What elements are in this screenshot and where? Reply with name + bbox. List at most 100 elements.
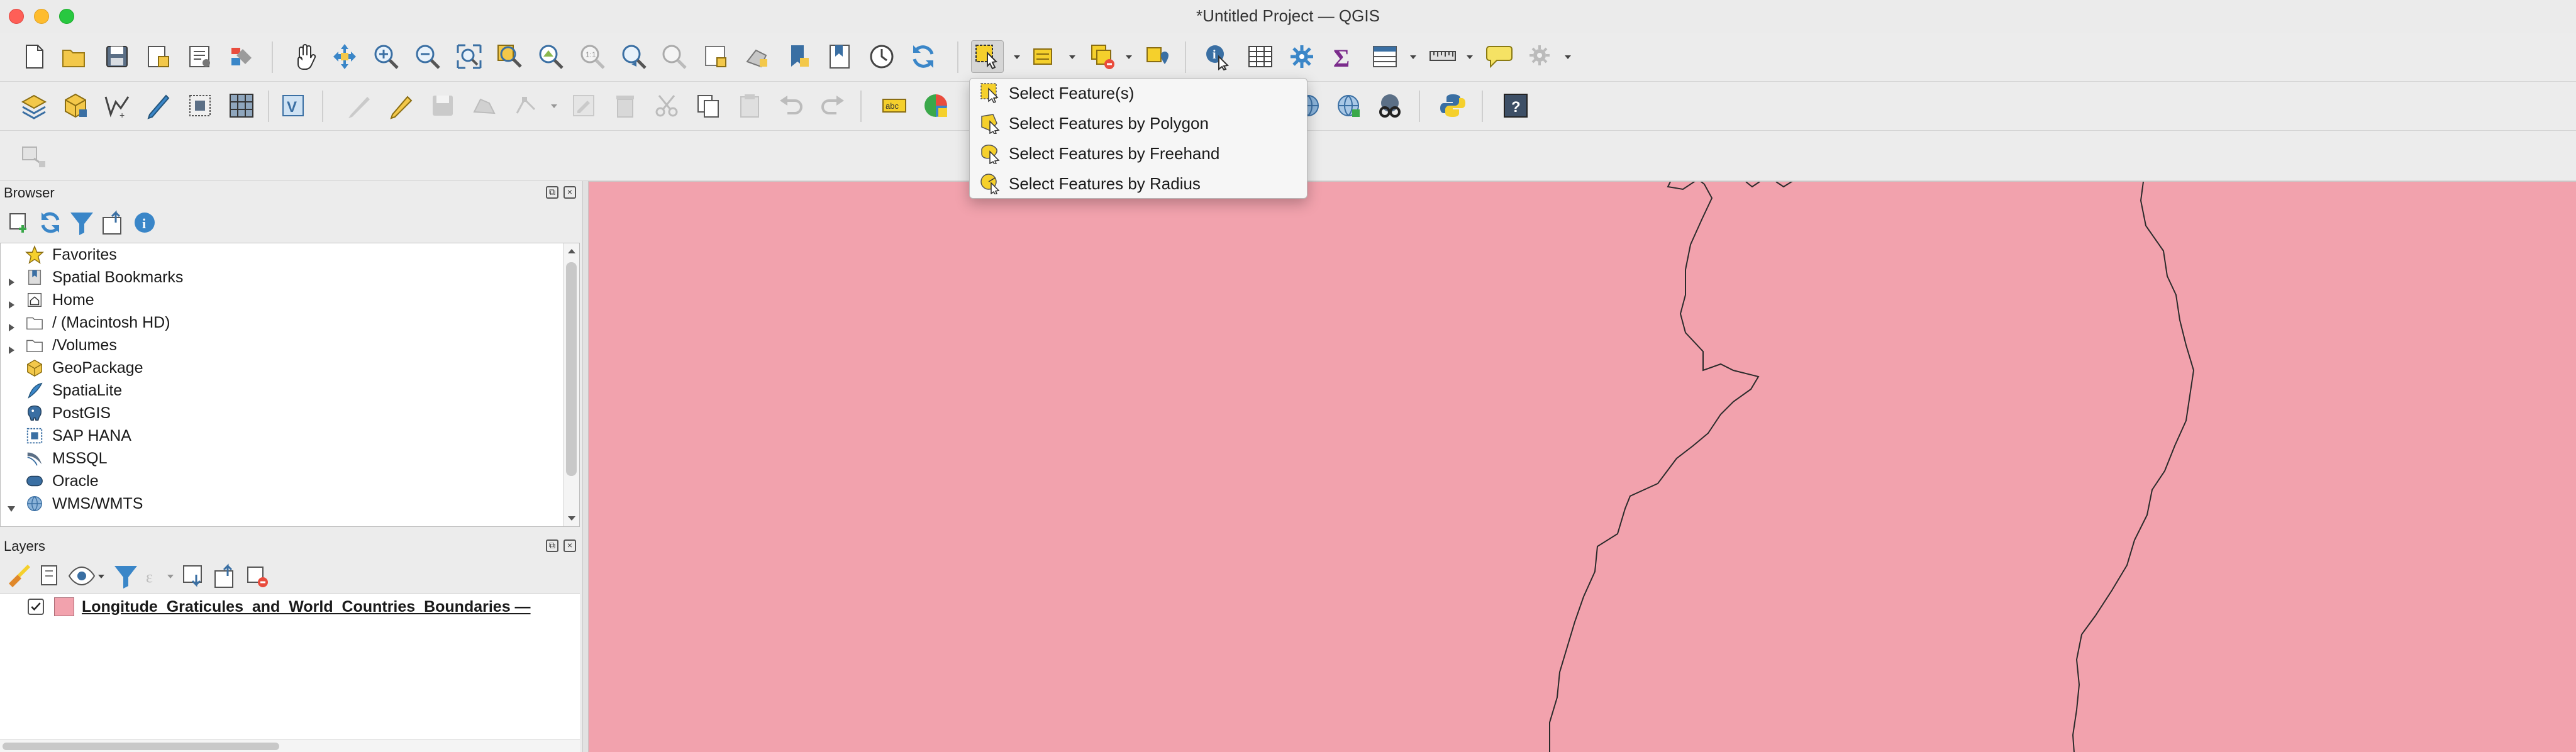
collapse-arrow-icon[interactable]	[7, 499, 16, 512]
expand-arrow-icon[interactable]	[7, 341, 16, 354]
collapse-all-icon[interactable]	[97, 206, 130, 239]
zoom-out-icon[interactable]	[411, 40, 444, 73]
browser-scroll-thumb[interactable]	[566, 262, 577, 476]
browser-scrollbar[interactable]	[563, 243, 579, 526]
snapping-icon[interactable]	[18, 140, 50, 172]
browser-item-macintosh-hd[interactable]: / (Macintosh HD)	[1, 311, 560, 334]
select-features-icon[interactable]	[971, 40, 1004, 73]
digitize-with-segment-icon[interactable]: V	[277, 89, 309, 122]
layers-close-button[interactable]: ×	[564, 539, 576, 552]
pan-icon[interactable]	[288, 40, 321, 73]
copy-features-icon[interactable]	[692, 89, 724, 122]
visibility-dropdown-icon[interactable]	[97, 572, 106, 581]
show-bookmarks-icon[interactable]	[824, 40, 857, 73]
open-project-icon[interactable]	[58, 40, 91, 73]
browser-item-favorites[interactable]: Favorites	[1, 243, 560, 266]
properties-info-icon[interactable]: i	[128, 206, 161, 239]
browser-refresh-icon[interactable]	[34, 206, 67, 239]
vertex-tool-dropdown-icon[interactable]	[550, 102, 558, 111]
dock-splitter[interactable]	[582, 181, 589, 752]
browser-close-button[interactable]: ×	[564, 186, 576, 199]
browser-item-oracle[interactable]: Oracle	[1, 470, 560, 492]
browser-float-button[interactable]: ⧉	[546, 186, 558, 199]
metasearch-icon[interactable]	[1374, 89, 1406, 122]
new-shapefile-layer-icon[interactable]: +	[101, 89, 133, 122]
new-geopackage-layer-icon[interactable]	[59, 89, 92, 122]
new-bookmark-icon[interactable]	[782, 40, 815, 73]
new-3d-view-icon[interactable]	[741, 40, 774, 73]
filter-browser-icon[interactable]	[65, 206, 98, 239]
undo-icon[interactable]	[775, 89, 808, 122]
attribute-table-dropdown-icon[interactable]	[1409, 53, 1418, 62]
modify-attributes-icon[interactable]	[567, 89, 600, 122]
layer-styling-icon[interactable]	[3, 560, 35, 592]
new-virtual-layer-icon[interactable]	[225, 89, 258, 122]
zoom-in-icon[interactable]	[370, 40, 402, 73]
cut-features-icon[interactable]	[650, 89, 683, 122]
manage-visibility-icon[interactable]	[65, 560, 98, 592]
map-tips-icon[interactable]	[1483, 40, 1516, 73]
actions-icon[interactable]	[1524, 40, 1557, 73]
layer-row[interactable]: Longitude_Graticules_and_World_Countries…	[0, 595, 580, 618]
layers-hscrollbar[interactable]	[0, 739, 580, 752]
browser-item-home[interactable]: Home	[1, 289, 560, 311]
add-selected-layers-icon[interactable]	[3, 206, 35, 239]
help-icon[interactable]: ?	[1499, 89, 1532, 122]
delete-selected-icon[interactable]	[609, 89, 641, 122]
deselect-icon[interactable]	[1087, 40, 1119, 73]
browser-item-volumes[interactable]: /Volumes	[1, 334, 560, 357]
actions-dropdown-icon[interactable]	[1563, 53, 1572, 62]
menu-item-select-features[interactable]: Select Feature(s)	[974, 79, 1303, 108]
zoom-to-selection-icon[interactable]	[493, 40, 526, 73]
statistical-summary-icon[interactable]: Σ	[1327, 40, 1360, 73]
collapse-all-layers-icon[interactable]	[209, 560, 242, 592]
wfs-layer-icon[interactable]	[1332, 89, 1365, 122]
layer-symbol-swatch[interactable]	[54, 597, 74, 616]
menu-item-select-by-freehand[interactable]: Select Features by Freehand	[974, 139, 1303, 168]
map-canvas[interactable]	[589, 181, 2576, 752]
label-tool-icon[interactable]: abc	[878, 89, 911, 122]
menu-item-select-by-polygon[interactable]: Select Features by Polygon	[974, 109, 1303, 138]
paste-features-icon[interactable]	[733, 89, 766, 122]
layer-visibility-checkbox[interactable]	[28, 599, 44, 615]
select-by-value-dropdown-icon[interactable]	[1068, 53, 1077, 62]
processing-toolbox-icon[interactable]	[1285, 40, 1318, 73]
measure-dropdown-icon[interactable]	[1465, 53, 1474, 62]
add-group-icon[interactable]	[34, 560, 67, 592]
style-manager-icon[interactable]	[225, 40, 258, 73]
browser-item-wms-wmts[interactable]: WMS/WMTS	[1, 492, 560, 515]
layers-float-button[interactable]: ⧉	[546, 539, 558, 552]
filter-legend-icon[interactable]	[109, 560, 142, 592]
expand-arrow-icon[interactable]	[7, 318, 16, 331]
new-temporary-layer-icon[interactable]	[142, 89, 175, 122]
diagram-tool-icon[interactable]	[919, 89, 952, 122]
new-spatialite-icon[interactable]	[184, 89, 216, 122]
measure-icon[interactable]	[1426, 40, 1459, 73]
add-feature-icon[interactable]	[468, 89, 501, 122]
identify-icon[interactable]: i	[1201, 40, 1234, 73]
zoom-to-layer-icon[interactable]	[535, 40, 567, 73]
layers-hscroll-thumb[interactable]	[3, 743, 279, 750]
open-attribute-table-icon[interactable]	[1368, 40, 1401, 73]
zoom-next-icon[interactable]	[658, 40, 691, 73]
layers-list[interactable]: Longitude_Graticules_and_World_Countries…	[0, 594, 580, 752]
refresh-icon[interactable]	[907, 40, 940, 73]
remove-layer-icon[interactable]	[240, 560, 273, 592]
zoom-full-icon[interactable]	[453, 40, 486, 73]
temporal-controller-icon[interactable]	[865, 40, 898, 73]
zoom-native-icon[interactable]: 1:1	[576, 40, 609, 73]
layout-manager-icon[interactable]	[184, 40, 216, 73]
python-console-icon[interactable]	[1436, 89, 1469, 122]
deselect-dropdown-icon[interactable]	[1124, 53, 1133, 62]
expand-arrow-icon[interactable]	[7, 296, 16, 309]
vertex-tool-icon[interactable]	[509, 89, 542, 122]
select-by-value-icon[interactable]	[1029, 40, 1062, 73]
select-location-icon[interactable]	[1142, 40, 1175, 73]
toggle-editing-icon[interactable]	[385, 89, 418, 122]
new-map-view-icon[interactable]	[699, 40, 732, 73]
filter-dropdown-icon[interactable]	[166, 572, 175, 581]
browser-item-spatial-bookmarks[interactable]: Spatial Bookmarks	[1, 266, 560, 289]
data-source-manager-icon[interactable]	[18, 89, 50, 122]
browser-item-sap-hana[interactable]: SAP HANA	[1, 424, 560, 447]
save-edits-icon[interactable]	[426, 89, 459, 122]
